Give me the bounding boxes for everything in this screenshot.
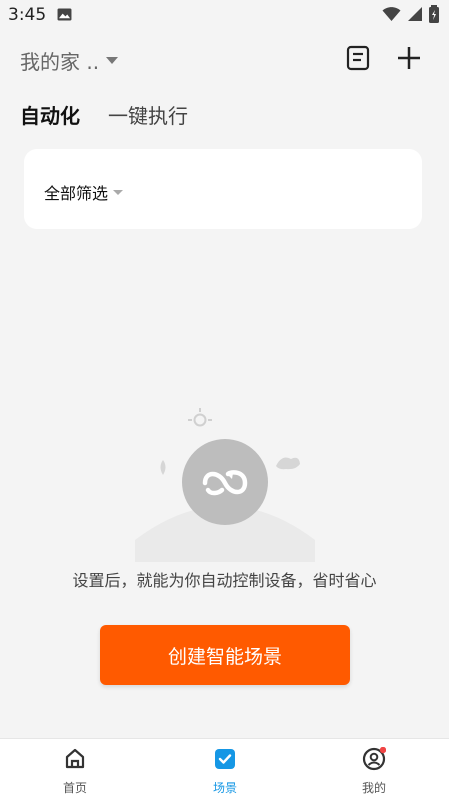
signal-icon xyxy=(408,6,422,21)
filter-dropdown[interactable]: 全部筛选 xyxy=(44,180,124,204)
status-bar: 3:45 xyxy=(0,0,449,30)
chevron-down-icon xyxy=(106,57,119,64)
filter-label: 全部筛选 xyxy=(44,184,109,203)
tab-one-click[interactable]: 一键执行 xyxy=(108,100,188,129)
battery-icon xyxy=(429,5,439,23)
nav-home[interactable]: 首页 xyxy=(20,739,130,801)
gallery-icon xyxy=(57,8,72,21)
scene-tabs: 自动化 一键执行 xyxy=(20,100,188,129)
nav-home-label: 首页 xyxy=(62,781,87,795)
create-scene-button[interactable]: 创建智能场景 xyxy=(100,625,350,685)
nav-profile[interactable]: 我的 xyxy=(319,739,429,801)
nav-scenes-label: 场景 xyxy=(212,781,237,795)
status-right-icons xyxy=(382,5,439,23)
profile-icon xyxy=(362,747,386,771)
bottom-navigation: 首页 场景 我的 xyxy=(0,738,449,801)
chevron-down-icon xyxy=(113,189,124,195)
empty-state-illustration xyxy=(135,408,315,562)
add-icon[interactable] xyxy=(395,44,423,72)
home-selector[interactable]: 我的家 .. xyxy=(20,46,119,75)
scene-check-icon xyxy=(215,749,235,769)
app-header: 我的家 .. xyxy=(0,36,449,82)
nav-profile-label: 我的 xyxy=(361,781,386,795)
filter-card: 全部筛选 xyxy=(24,149,422,229)
empty-state-message: 设置后，就能为你自动控制设备，省时省心 xyxy=(72,571,377,590)
home-title: 我的家 .. xyxy=(20,50,100,74)
nav-scenes[interactable]: 场景 xyxy=(170,739,280,801)
tab-automation[interactable]: 自动化 xyxy=(20,100,80,129)
status-time: 3:45 xyxy=(8,5,47,25)
document-icon[interactable] xyxy=(344,44,372,72)
wifi-icon xyxy=(382,6,401,21)
home-icon xyxy=(65,748,85,769)
